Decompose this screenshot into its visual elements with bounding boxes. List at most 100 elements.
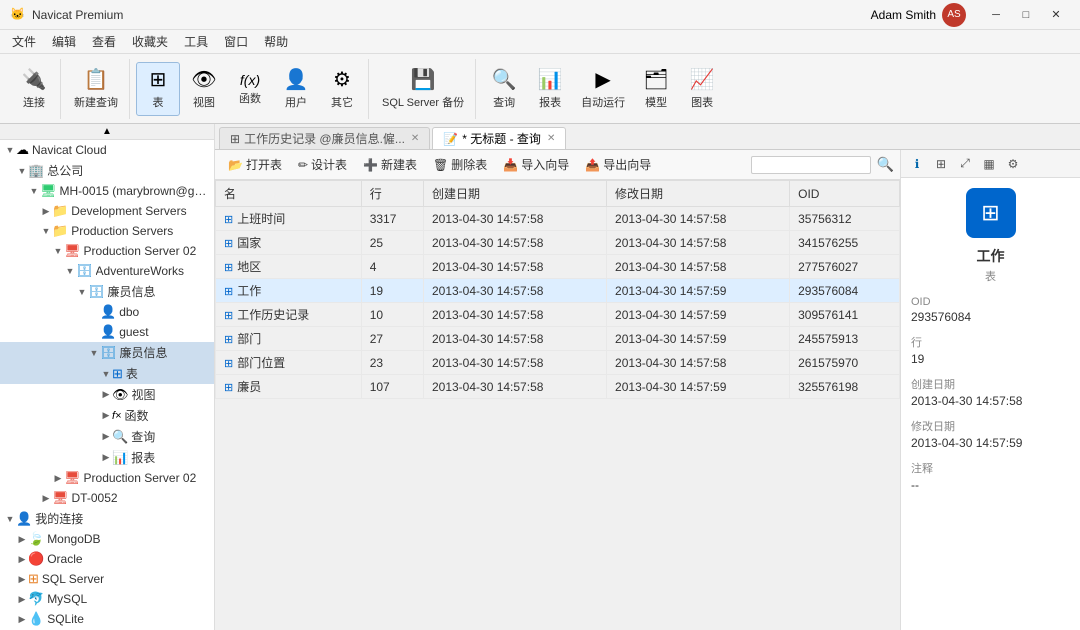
sidebar-item-prod-server02b[interactable]: ▶ 🖥 Production Server 02 [0, 468, 214, 488]
tab-history[interactable]: ⊞ 工作历史记录 @廉员信息.僱... ✕ [219, 127, 430, 149]
col-created[interactable]: 创建日期 [423, 181, 606, 207]
model-button[interactable]: 🗂 模型 [634, 62, 678, 116]
sidebar-item-sqlserver[interactable]: ▶ ⊞ SQL Server [0, 569, 214, 589]
sidebar-item-mh0015[interactable]: ▼ 🖥 MH-0015 (marybrown@gmai... [0, 181, 214, 201]
employees2-icon: 🗄 [100, 345, 117, 361]
sidebar-item-dt0052[interactable]: ▶ 🖥 DT-0052 [0, 488, 214, 508]
panel-preview-button[interactable]: ⊞ [931, 154, 951, 174]
other-button[interactable]: ⚙ 其它 [320, 62, 364, 116]
sidebar-item-query[interactable]: ▶ 🔍 查询 [0, 426, 214, 447]
user-button[interactable]: 👤 用户 [274, 62, 318, 116]
view-button[interactable]: 👁 视图 [182, 62, 226, 116]
company-icon: 🏢 [28, 163, 44, 179]
tab-query-close[interactable]: ✕ [547, 133, 555, 144]
panel-info-button[interactable]: ℹ [907, 154, 927, 174]
tab-query[interactable]: 📝 * 无标题 - 查询 ✕ [432, 127, 566, 149]
sidebar-item-view[interactable]: ▶ 👁 视图 [0, 384, 214, 405]
chart-button[interactable]: 📈 图表 [680, 62, 724, 116]
user-label: 用户 [285, 94, 307, 110]
toolbar-group-objects: ⊞ 表 👁 视图 f(x) 函数 👤 用户 ⚙ 其它 [132, 59, 369, 119]
sidebar-scroll-up[interactable]: ▲ [0, 124, 214, 140]
search-icon[interactable]: 🔍 [877, 156, 894, 173]
maximize-button[interactable]: □ [1012, 5, 1040, 25]
panel-grid-button[interactable]: ▦ [979, 154, 999, 174]
export-button[interactable]: 📤 导出向导 [578, 152, 658, 177]
sidebar-item-table[interactable]: ▼ ⊞ 表 [0, 363, 214, 384]
autorun-button[interactable]: ▶ 自动运行 [574, 62, 632, 116]
table-row[interactable]: ⊞工作历史记录 10 2013-04-30 14:57:58 2013-04-3… [216, 303, 900, 327]
report-button[interactable]: 📊 报表 [528, 62, 572, 116]
user-name: Adam Smith [871, 8, 936, 22]
sidebar-item-employees2[interactable]: ▼ 🗄 廉员信息 [0, 342, 214, 363]
sidebar-item-employees[interactable]: ▼ 🗄 廉员信息 [0, 281, 214, 302]
employees-icon: 🗄 [88, 284, 105, 300]
open-table-button[interactable]: 📂 打开表 [221, 152, 289, 177]
employees2-arrow: ▼ [88, 348, 100, 358]
tab-history-close[interactable]: ✕ [411, 133, 419, 144]
new-table-label: 新建表 [381, 156, 417, 173]
menu-file[interactable]: 文件 [4, 31, 44, 52]
table-button[interactable]: ⊞ 表 [136, 62, 180, 116]
connect-button[interactable]: 🔌 连接 [12, 62, 56, 116]
table-label: 表 [153, 94, 164, 110]
connect-icon: 🔌 [22, 67, 47, 92]
menu-tools[interactable]: 工具 [176, 31, 216, 52]
delete-table-icon: 🗑 [433, 158, 448, 172]
dbo-icon: 👤 [100, 304, 116, 320]
search-input[interactable] [751, 156, 871, 174]
sidebar-item-sqlite[interactable]: ▶ 💧 SQLite [0, 609, 214, 629]
sidebar-item-dbo[interactable]: 👤 dbo [0, 302, 214, 322]
table-row[interactable]: ⊞上班时间 3317 2013-04-30 14:57:58 2013-04-3… [216, 207, 900, 231]
col-rows[interactable]: 行 [361, 181, 423, 207]
close-button[interactable]: ✕ [1042, 5, 1070, 25]
prod-server02b-arrow: ▶ [52, 473, 64, 484]
sidebar-item-function[interactable]: ▶ f× 函数 [0, 405, 214, 426]
sqlserver-icon: ⊞ [28, 571, 39, 587]
new-table-button[interactable]: ➕ 新建表 [356, 152, 424, 177]
table-row[interactable]: ⊞国家 25 2013-04-30 14:57:58 2013-04-30 14… [216, 231, 900, 255]
menu-help[interactable]: 帮助 [256, 31, 296, 52]
mongodb-icon: 🍃 [28, 531, 44, 547]
menu-edit[interactable]: 编辑 [44, 31, 84, 52]
table-row[interactable]: ⊞地区 4 2013-04-30 14:57:58 2013-04-30 14:… [216, 255, 900, 279]
sidebar-item-my-connections[interactable]: ▼ 👤 我的连接 [0, 508, 214, 529]
function-button[interactable]: f(x) 函数 [228, 62, 272, 116]
sidebar-item-oracle[interactable]: ▶ 🔴 Oracle [0, 549, 214, 569]
table-row[interactable]: ⊞工作 19 2013-04-30 14:57:58 2013-04-30 14… [216, 279, 900, 303]
backup-button[interactable]: 💾 SQL Server 备份 [375, 62, 471, 116]
delete-table-button[interactable]: 🗑 删除表 [426, 152, 494, 177]
sidebar-item-company[interactable]: ▼ 🏢 总公司 [0, 160, 214, 181]
col-oid[interactable]: OID [790, 181, 900, 207]
panel-expand-button[interactable]: ⤢ [955, 154, 975, 174]
other-label: 其它 [331, 94, 353, 110]
menu-view[interactable]: 查看 [84, 31, 124, 52]
table-row[interactable]: ⊞部门 27 2013-04-30 14:57:58 2013-04-30 14… [216, 327, 900, 351]
sidebar-item-guest[interactable]: 👤 guest [0, 322, 214, 342]
sidebar-item-mongodb[interactable]: ▶ 🍃 MongoDB [0, 529, 214, 549]
sidebar-item-prod-server02[interactable]: ▼ 🖥 Production Server 02 [0, 241, 214, 261]
menu-window[interactable]: 窗口 [216, 31, 256, 52]
table-row[interactable]: ⊞部门位置 23 2013-04-30 14:57:58 2013-04-30 … [216, 351, 900, 375]
table-row[interactable]: ⊞廉员 107 2013-04-30 14:57:58 2013-04-30 1… [216, 375, 900, 399]
guest-label: guest [119, 325, 148, 339]
sidebar-item-navicat-cloud[interactable]: ▼ ☁ Navicat Cloud [0, 140, 214, 160]
import-button[interactable]: 📥 导入向导 [496, 152, 576, 177]
titlebar: 🐱 Navicat Premium Adam Smith AS ─ □ ✕ [0, 0, 1080, 30]
menu-favorites[interactable]: 收藏夹 [124, 31, 176, 52]
sidebar-item-prod-servers[interactable]: ▼ 📁 Production Servers [0, 221, 214, 241]
sidebar-item-adventureworks[interactable]: ▼ 🗄 AdventureWorks [0, 261, 214, 281]
query2-button[interactable]: 🔍 查询 [482, 62, 526, 116]
col-modified[interactable]: 修改日期 [607, 181, 790, 207]
sidebar-item-mysql[interactable]: ▶ 🐬 MySQL [0, 589, 214, 609]
table-arrow: ▼ [100, 369, 112, 379]
design-table-button[interactable]: ✏ 设计表 [291, 152, 354, 177]
col-name[interactable]: 名 [216, 181, 362, 207]
sidebar-item-dev-servers[interactable]: ▶ 📁 Development Servers [0, 201, 214, 221]
app-icon: 🐱 [10, 7, 26, 23]
panel-settings-button[interactable]: ⚙ [1003, 154, 1023, 174]
new-query-button[interactable]: 📋 新建查询 [67, 62, 125, 116]
prod-server02-icon: 🖥 [64, 243, 81, 259]
dt0052-arrow: ▶ [40, 493, 52, 504]
minimize-button[interactable]: ─ [982, 5, 1010, 25]
sidebar-item-report[interactable]: ▶ 📊 报表 [0, 447, 214, 468]
